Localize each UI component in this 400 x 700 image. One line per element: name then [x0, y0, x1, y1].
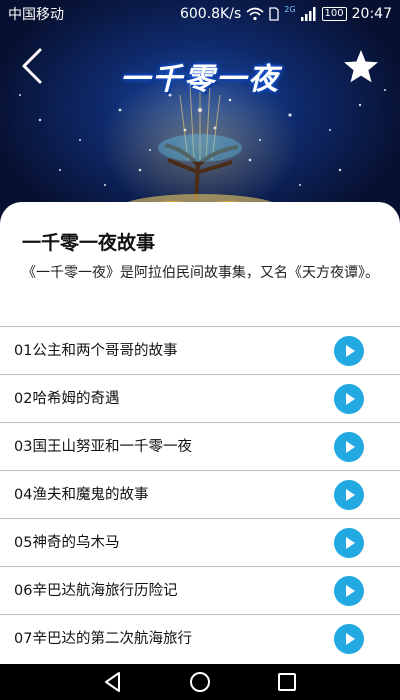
carrier-name: 中国移动	[8, 7, 64, 23]
play-icon	[346, 537, 355, 549]
battery-indicator: 100	[321, 7, 347, 21]
triangle-back-icon	[105, 672, 121, 692]
play-icon	[346, 345, 355, 357]
play-button[interactable]	[334, 432, 364, 462]
circle-home-icon	[189, 672, 210, 692]
play-button[interactable]	[334, 528, 364, 558]
navigation-bar	[0, 664, 400, 700]
play-icon	[346, 633, 355, 645]
star-icon	[344, 50, 378, 83]
favorite-button[interactable]	[342, 48, 380, 86]
story-title: 03国王山努亚和一千零一夜	[14, 439, 192, 455]
book-description: 《一千零一夜》是阿拉伯民间故事集，又名《天方夜谭》。	[22, 265, 379, 281]
chevron-left-icon	[22, 48, 42, 84]
story-row[interactable]: 03国王山努亚和一千零一夜	[0, 422, 400, 470]
book-title: 一千零一夜故事	[22, 232, 156, 254]
story-row[interactable]: 07辛巴达的第二次航海旅行	[0, 614, 400, 662]
story-title: 01公主和两个哥哥的故事	[14, 343, 178, 359]
story-row[interactable]: 04渔夫和魔鬼的故事	[0, 470, 400, 518]
play-icon	[346, 489, 355, 501]
square-recents-icon	[277, 673, 296, 691]
status-icons: 600.8K/s 2G 100 20:47	[179, 4, 392, 23]
play-button[interactable]	[334, 576, 364, 606]
nav-back-button[interactable]	[98, 667, 128, 697]
status-bar: 中国移动 600.8K/s 2G 100 20:47	[0, 0, 400, 28]
network-speed: 600.8K/s	[179, 6, 242, 22]
content-sheet: 一千零一夜故事 《一千零一夜》是阿拉伯民间故事集，又名《天方夜谭》。 01公主和…	[0, 202, 400, 664]
nav-home-button[interactable]	[185, 667, 215, 697]
clock: 20:47	[351, 6, 392, 22]
network-type: 2G	[284, 4, 296, 14]
story-title: 07辛巴达的第二次航海旅行	[14, 631, 192, 647]
story-list: 01公主和两个哥哥的故事 02哈希姆的奇遇 03国王山努亚和一千零一夜 04渔夫…	[0, 326, 400, 662]
play-button[interactable]	[334, 480, 364, 510]
story-title: 02哈希姆的奇遇	[14, 391, 120, 407]
book-logo-title: 一千零一夜	[120, 62, 280, 97]
story-row[interactable]: 06辛巴达航海旅行历险记	[0, 566, 400, 614]
back-button[interactable]	[16, 46, 50, 86]
play-button[interactable]	[334, 336, 364, 366]
wifi-icon	[246, 7, 264, 21]
story-row[interactable]: 01公主和两个哥哥的故事	[0, 326, 400, 374]
play-button[interactable]	[334, 384, 364, 414]
signal-icon	[300, 7, 316, 21]
nav-recents-button[interactable]	[272, 667, 302, 697]
play-button[interactable]	[334, 624, 364, 654]
story-row[interactable]: 05神奇的乌木马	[0, 518, 400, 566]
story-title: 05神奇的乌木马	[14, 535, 120, 551]
play-icon	[346, 585, 355, 597]
sim-card-icon	[269, 7, 279, 21]
play-icon	[346, 441, 355, 453]
story-row[interactable]: 02哈希姆的奇遇	[0, 374, 400, 422]
story-title: 04渔夫和魔鬼的故事	[14, 487, 149, 503]
play-icon	[346, 393, 355, 405]
story-title: 06辛巴达航海旅行历险记	[14, 583, 178, 599]
